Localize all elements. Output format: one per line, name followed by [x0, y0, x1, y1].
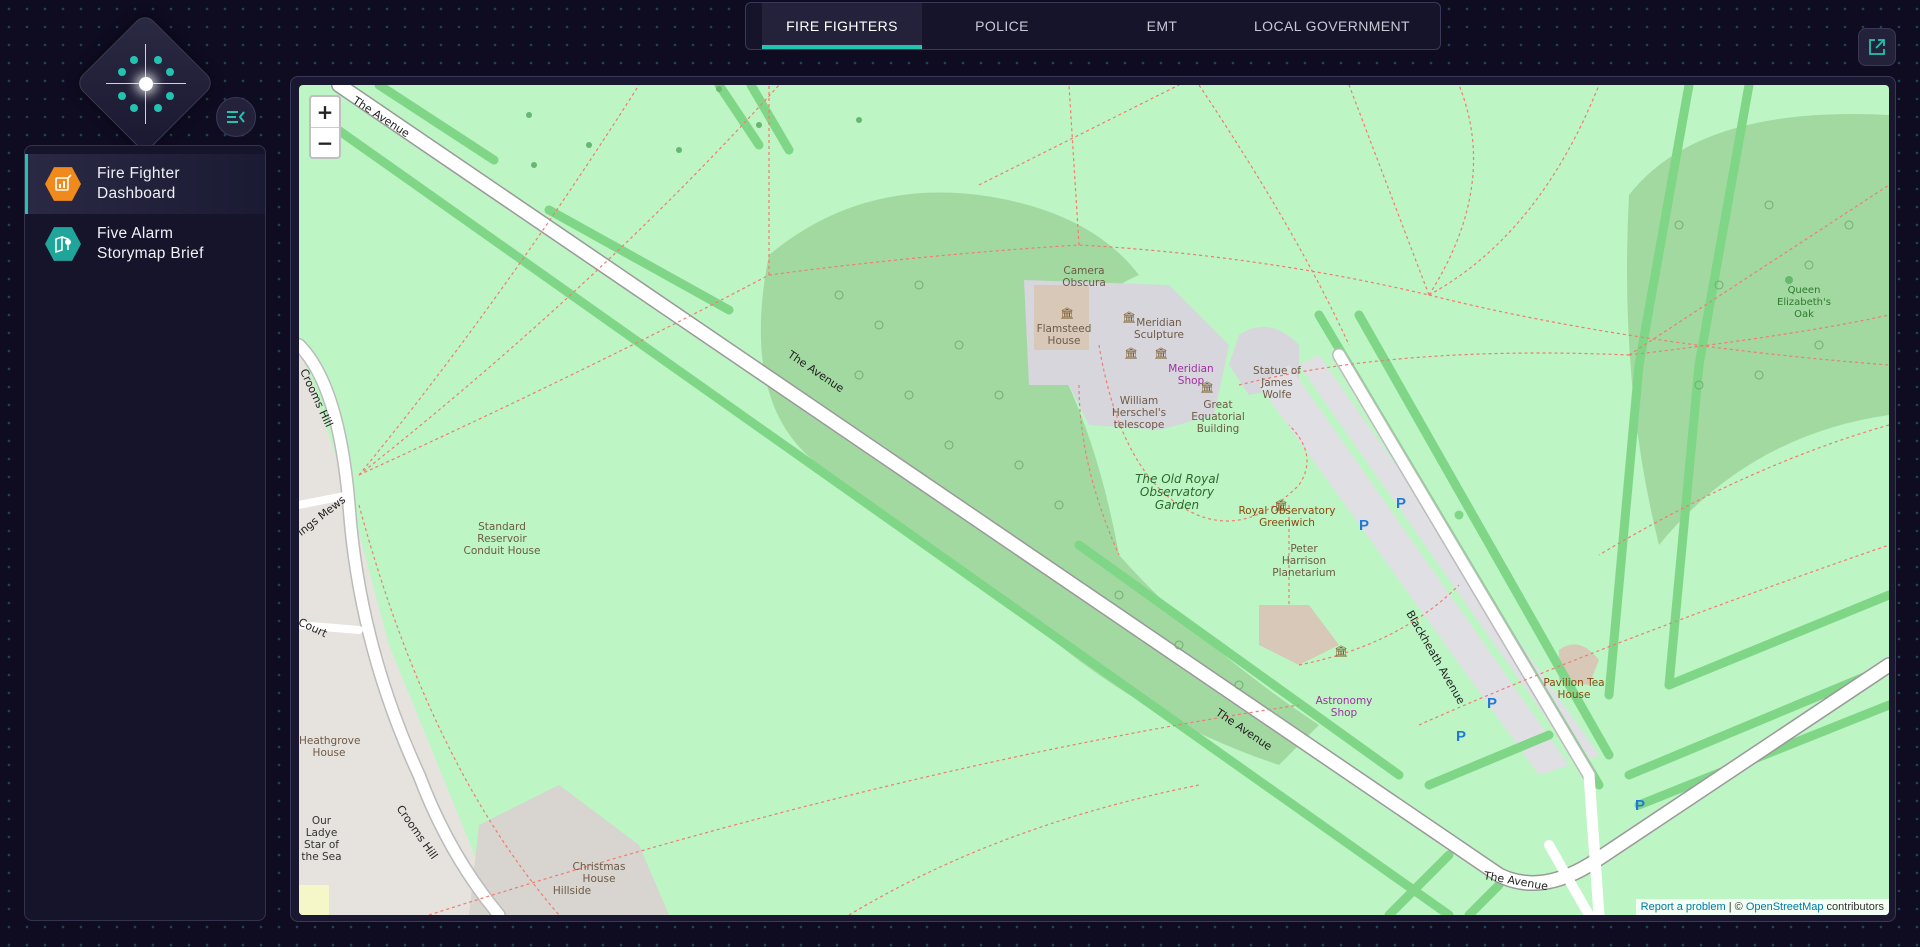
label-meridian-shop: Meridian Shop: [1168, 363, 1214, 387]
map-tiles: 🏛 🏛🏛 🏛🏛🏛 🏛: [299, 85, 1889, 915]
map-attribution: Report a problem | © OpenStreetMap contr…: [1635, 899, 1889, 915]
openstreetmap-link[interactable]: OpenStreetMap: [1746, 901, 1824, 913]
label-christmas-house: Christmas House: [572, 861, 626, 885]
parking-icon: P: [1456, 728, 1467, 745]
storymap-icon: [45, 227, 81, 261]
parking-icon: P: [1359, 517, 1370, 534]
zoom-out-button[interactable]: −: [311, 127, 339, 157]
label-heathgrove-house: Heathgrove House: [299, 735, 361, 759]
svg-text:🏛: 🏛: [1060, 307, 1074, 320]
sidebar-item-five-alarm-storymap[interactable]: Five Alarm Storymap Brief: [25, 214, 265, 274]
svg-text:🏛: 🏛: [1124, 347, 1138, 360]
zoom-in-button[interactable]: +: [311, 97, 339, 127]
tab-local-government[interactable]: LOCAL GOVERNMENT: [1242, 3, 1422, 49]
svg-text:🏛: 🏛: [1334, 645, 1348, 658]
label-meridian-sculpture: Meridian Sculpture: [1134, 317, 1184, 341]
attribution-suffix: contributors: [1823, 901, 1884, 913]
label-standard-reservoir: Standard Reservoir Conduit House: [463, 521, 541, 557]
parking-icon: P: [1487, 695, 1498, 712]
sidebar-item-label: Fire Fighter Dashboard: [97, 165, 180, 202]
label-our-lady: Our Ladye Star of the Sea: [301, 815, 342, 863]
tab-fire-fighters[interactable]: FIRE FIGHTERS: [762, 3, 922, 49]
top-tab-bar: FIRE FIGHTERS POLICE EMT LOCAL GOVERNMEN…: [745, 2, 1441, 50]
app-logo: [74, 12, 216, 154]
attribution-separator: | ©: [1725, 901, 1746, 913]
label-statue-wolfe: Statue of James Wolfe: [1253, 365, 1301, 401]
report-problem-link[interactable]: Report a problem: [1641, 901, 1726, 913]
tab-police[interactable]: POLICE: [922, 3, 1082, 49]
parking-icon: P: [1396, 495, 1407, 512]
label-royal-observatory: Royal Observatory Greenwich: [1238, 505, 1336, 529]
dashboard-icon: [45, 167, 81, 201]
label-hillside: Hillside: [552, 885, 592, 897]
map-frame: 🏛 🏛 🏛 🏛 🏛 🏛 🏛 The Avenue The Avenue The Aven…: [290, 76, 1896, 922]
label-old-royal-garden: The Old Royal Observatory Garden: [1135, 472, 1219, 512]
zoom-control: + −: [309, 95, 341, 159]
map[interactable]: 🏛 🏛 🏛 🏛 🏛 🏛 🏛 The Avenue The Avenue The Aven…: [299, 85, 1889, 915]
label-pavilion-tea: Pavilion Tea House: [1543, 677, 1605, 701]
sidebar-item-label: Five Alarm Storymap Brief: [97, 225, 204, 262]
external-link-icon: [1869, 39, 1885, 55]
tab-emt[interactable]: EMT: [1082, 3, 1242, 49]
parking-icon: P: [1635, 797, 1646, 814]
label-flamsteed-house: Flamsteed House: [1036, 323, 1092, 347]
collapse-sidebar-button[interactable]: [216, 97, 256, 137]
label-queen-elizabeth-oak: Queen Elizabeth's Oak: [1777, 285, 1831, 320]
sidebar: Fire Fighter Dashboard Five Alarm Storym…: [24, 145, 266, 921]
label-astronomy-shop: Astronomy Shop: [1315, 695, 1373, 719]
label-peter-harrison: Peter Harrison Planetarium: [1272, 543, 1336, 579]
open-external-button[interactable]: [1858, 28, 1896, 66]
label-great-equatorial: Great Equatorial Building: [1191, 399, 1245, 435]
label-william-herschel: William Herschel's telescope: [1111, 395, 1167, 431]
collapse-icon: [227, 111, 245, 123]
sidebar-item-fire-fighter-dashboard[interactable]: Fire Fighter Dashboard: [25, 154, 265, 214]
label-camera-obscura: Camera Obscura: [1062, 265, 1106, 289]
svg-text:🏛: 🏛: [1154, 347, 1168, 360]
